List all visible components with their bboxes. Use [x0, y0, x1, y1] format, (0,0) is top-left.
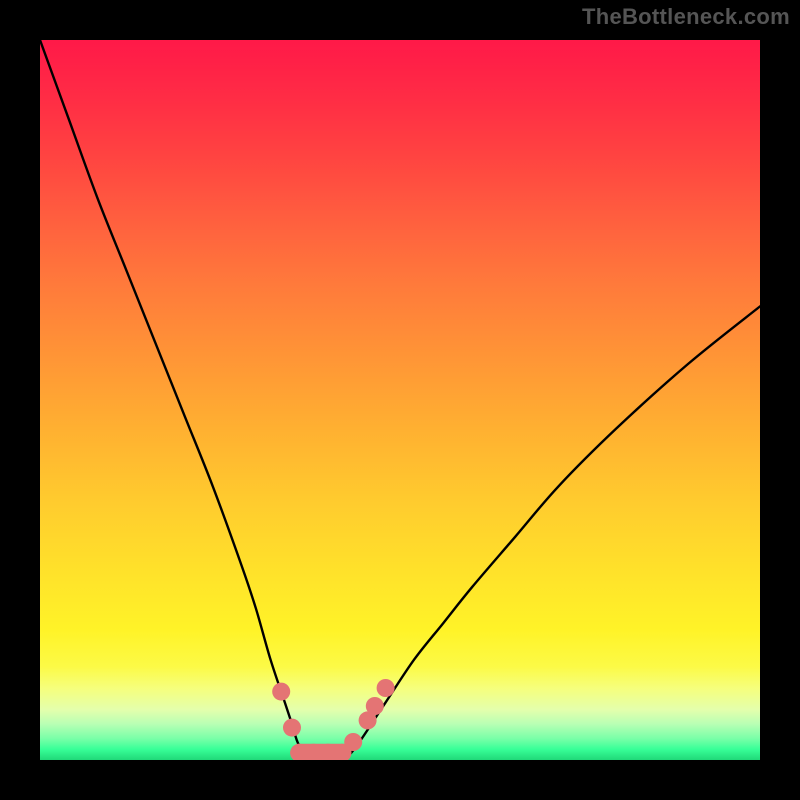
- chart-container: TheBottleneck.com: [0, 0, 800, 800]
- data-marker: [272, 683, 290, 701]
- bottleneck-curve: [40, 40, 760, 760]
- data-marker: [366, 697, 384, 715]
- data-marker: [344, 733, 362, 751]
- plot-area: [40, 40, 760, 760]
- watermark-text: TheBottleneck.com: [582, 4, 790, 30]
- chart-svg: [40, 40, 760, 760]
- data-marker: [377, 679, 395, 697]
- data-marker: [283, 719, 301, 737]
